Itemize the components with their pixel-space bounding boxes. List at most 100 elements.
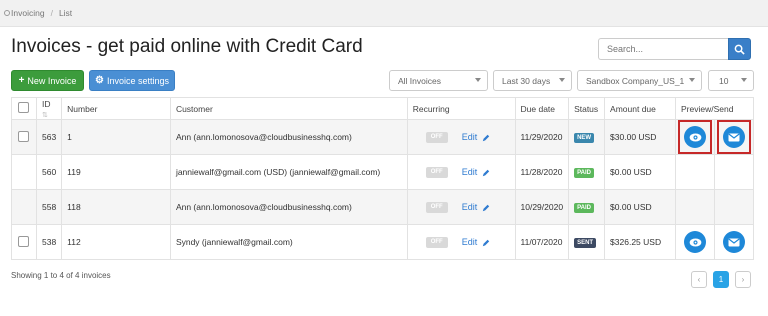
- cell-send: [714, 224, 754, 260]
- row-checkbox[interactable]: [18, 130, 30, 142]
- preview-highlight: [678, 120, 712, 154]
- cell-amount-due: $326.25 USD: [604, 224, 676, 260]
- invoice-settings-label: Invoice settings: [106, 75, 169, 86]
- table-row: 538 112 Syndy (janniewalf@gmail.com) OFF…: [11, 224, 754, 260]
- company-filter-value: Sandbox Company_US_1: [586, 75, 685, 86]
- cell-number: 1: [61, 119, 171, 155]
- row-select-cell: [11, 224, 37, 260]
- cell-customer: Ann (ann.lomonosova@cloudbusinesshq.com): [169, 189, 408, 225]
- chevron-down-icon: [475, 78, 481, 82]
- pencil-icon: [482, 134, 489, 141]
- pencil-icon: [482, 204, 489, 211]
- cell-amount-due: $0.00 USD: [604, 154, 676, 190]
- cell-amount-due: $0.00 USD: [604, 189, 676, 225]
- pagination-prev[interactable]: ‹: [691, 271, 707, 288]
- page-title: Invoices - get paid online with Credit C…: [11, 36, 363, 57]
- chevron-down-icon: [559, 78, 565, 82]
- search-input[interactable]: [598, 38, 728, 60]
- cell-recurring: OFF Edit: [406, 154, 516, 190]
- page-size-select[interactable]: 10: [708, 70, 754, 91]
- pencil-icon: [482, 169, 489, 176]
- breadcrumb-item-invoicing[interactable]: Invoicing: [11, 8, 45, 18]
- edit-link[interactable]: Edit: [462, 167, 490, 177]
- period-filter-select[interactable]: Last 30 days: [493, 70, 572, 91]
- period-filter-value: Last 30 days: [502, 75, 551, 86]
- preview-button[interactable]: [684, 126, 706, 148]
- row-select-cell: [11, 154, 37, 190]
- cell-preview: [675, 154, 715, 190]
- column-header-id[interactable]: ID ⇅: [35, 97, 63, 120]
- row-select-cell: [11, 189, 37, 225]
- column-header-status[interactable]: Status: [568, 97, 606, 120]
- chevron-down-icon: [689, 78, 695, 82]
- cell-recurring: OFF Edit: [406, 119, 516, 155]
- edit-link[interactable]: Edit: [462, 202, 490, 212]
- new-invoice-label: New Invoice: [27, 75, 77, 86]
- select-all-checkbox[interactable]: [18, 102, 30, 113]
- recurring-toggle[interactable]: OFF: [425, 131, 448, 143]
- recurring-toggle[interactable]: OFF: [425, 166, 448, 178]
- cell-due-date: 11/28/2020: [514, 154, 570, 190]
- search-button[interactable]: [728, 38, 751, 60]
- row-checkbox[interactable]: [18, 235, 30, 247]
- status-badge: NEW: [574, 133, 595, 143]
- cell-id: 563: [35, 119, 63, 155]
- column-header-number[interactable]: Number: [61, 97, 171, 120]
- invoice-settings-button[interactable]: ⚙ Invoice settings: [89, 70, 175, 91]
- edit-link[interactable]: Edit: [462, 132, 490, 142]
- envelope-icon: [728, 238, 740, 246]
- new-invoice-button[interactable]: + New Invoice: [11, 70, 84, 91]
- cell-status: PAID: [568, 189, 606, 225]
- results-summary: Showing 1 to 4 of 4 invoices: [11, 271, 111, 280]
- send-highlight: [717, 120, 751, 154]
- column-header-amount-due[interactable]: Amount due: [604, 97, 676, 120]
- status-filter-select[interactable]: All Invoices: [389, 70, 488, 91]
- preview-button[interactable]: [684, 231, 706, 253]
- send-button[interactable]: [723, 126, 745, 148]
- send-button[interactable]: [723, 231, 745, 253]
- cell-status: SENT: [568, 224, 606, 260]
- recurring-toggle[interactable]: OFF: [425, 201, 448, 213]
- chevron-down-icon: [741, 78, 747, 82]
- cell-id: 538: [35, 224, 63, 260]
- cell-due-date: 11/29/2020: [514, 119, 570, 155]
- breadcrumb-item-list: List: [58, 8, 73, 18]
- pagination-page-1[interactable]: 1: [713, 271, 729, 288]
- table-row: 560 119 janniewalf@gmail.com (USD) (jann…: [11, 154, 754, 190]
- pencil-icon: [482, 239, 489, 246]
- column-header-preview-send: Preview/Send: [675, 97, 754, 120]
- eye-icon: [689, 132, 701, 142]
- pagination-next[interactable]: ›: [735, 271, 751, 288]
- edit-link[interactable]: Edit: [462, 237, 490, 247]
- recurring-toggle[interactable]: OFF: [425, 236, 448, 248]
- breadcrumb-separator: /: [50, 8, 53, 18]
- company-filter-select[interactable]: Sandbox Company_US_1: [577, 70, 702, 91]
- cell-status: NEW: [568, 119, 606, 155]
- cell-due-date: 10/29/2020: [514, 189, 570, 225]
- pagination: ‹ 1 ›: [691, 271, 751, 288]
- home-icon: [4, 10, 10, 16]
- column-header-customer[interactable]: Customer: [169, 97, 408, 120]
- envelope-icon: [728, 133, 740, 141]
- cell-id: 558: [35, 189, 63, 225]
- column-header-recurring[interactable]: Recurring: [406, 97, 516, 120]
- cell-amount-due: $30.00 USD: [604, 119, 676, 155]
- cell-preview: [675, 119, 715, 155]
- cell-send: [714, 154, 754, 190]
- cell-number: 118: [61, 189, 171, 225]
- cell-number: 112: [61, 224, 171, 260]
- cell-id: 560: [35, 154, 63, 190]
- cell-customer: janniewalf@gmail.com (USD) (janniewalf@g…: [169, 154, 408, 190]
- status-filter-value: All Invoices: [398, 75, 441, 86]
- cell-number: 119: [61, 154, 171, 190]
- status-badge: PAID: [574, 168, 594, 178]
- table-header-row: ID ⇅ Number Customer Recurring Due date …: [11, 97, 754, 120]
- column-header-due-date[interactable]: Due date: [514, 97, 570, 120]
- table-row: 563 1 Ann (ann.lomonosova@cloudbusinessh…: [11, 119, 754, 155]
- breadcrumb: Invoicing / List: [0, 0, 768, 27]
- status-badge: SENT: [574, 238, 597, 248]
- status-badge: PAID: [574, 203, 594, 213]
- cell-preview: [675, 189, 715, 225]
- cell-customer: Ann (ann.lomonosova@cloudbusinesshq.com): [169, 119, 408, 155]
- invoices-table: ID ⇅ Number Customer Recurring Due date …: [11, 97, 754, 260]
